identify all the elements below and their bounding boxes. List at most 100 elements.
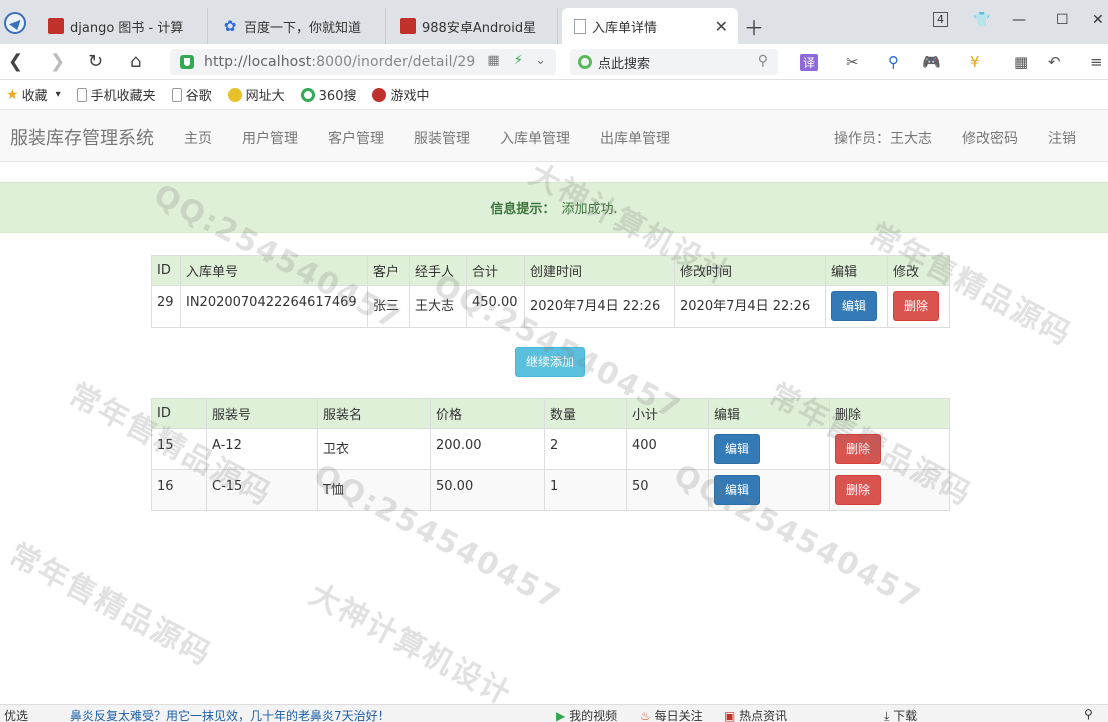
bookmark-label: 360搜 — [318, 89, 357, 104]
red-square-icon — [48, 18, 64, 34]
zoom-search-icon[interactable]: ⚲ — [1084, 707, 1093, 721]
tab-label: 百度一下，你就知道 — [244, 20, 362, 36]
nav-home[interactable]: 主页 — [184, 128, 212, 148]
statusbar-follow[interactable]: ♨ 每日关注 — [640, 707, 703, 722]
home-icon[interactable]: ⌂ — [130, 52, 141, 72]
nav-customers[interactable]: 客户管理 — [328, 128, 384, 148]
order-handler: 王大志 — [409, 285, 467, 328]
item-qty: 2 — [544, 428, 627, 470]
url-input[interactable]: http://localhost:8000/inorder/detail/29 … — [170, 49, 556, 75]
delete-item-button[interactable]: 删除 — [835, 475, 882, 505]
order-edit-cell: 编辑 — [825, 285, 888, 328]
item-name: T恤 — [317, 469, 431, 511]
tab-988[interactable]: 988安卓Android星 — [388, 8, 558, 44]
success-alert: 信息提示： 添加成功. — [0, 182, 1108, 233]
nav-inorders[interactable]: 入库单管理 — [500, 128, 570, 148]
browser-tab-strip: django 图书 - 计算 ✿ 百度一下，你就知道 988安卓Android星… — [0, 0, 1108, 44]
col-id: ID — [151, 398, 207, 429]
delete-order-button[interactable]: 删除 — [893, 291, 940, 321]
nav-outorders[interactable]: 出库单管理 — [600, 128, 670, 148]
bookmark-mobile[interactable]: 手机收藏夹 — [76, 85, 156, 104]
address-bar-row: ❮ ❯ ↻ ⌂ http://localhost:8000/inorder/de… — [0, 44, 1108, 80]
bookmark-360-search[interactable]: 360搜 — [300, 85, 357, 104]
menu-icon[interactable]: ≡ — [1090, 53, 1103, 71]
statusbar-download[interactable]: ⤓ 下载 — [884, 707, 917, 722]
col-id: ID — [151, 255, 181, 286]
reload-icon[interactable]: ↻ — [88, 52, 103, 72]
item-subtotal: 400 — [626, 428, 709, 470]
scissors-icon[interactable]: ✂ — [846, 53, 859, 71]
edit-item-button[interactable]: 编辑 — [714, 475, 761, 505]
chevron-down-icon[interactable]: ⌄ — [535, 53, 546, 68]
tab-baidu[interactable]: ✿ 百度一下，你就知道 — [210, 8, 386, 44]
shield-icon — [180, 55, 194, 69]
search-input[interactable]: 点此搜索 ⚲ — [570, 49, 778, 75]
play-icon: ▶ — [556, 709, 566, 722]
translate-icon[interactable]: 译 — [800, 54, 819, 71]
window-close-icon[interactable]: ✕ — [1092, 12, 1104, 28]
statusbar-download-label: 下载 — [893, 709, 918, 722]
order-modified: 2020年7月4日 22:26 — [674, 285, 826, 328]
download-icon: ⤓ — [884, 709, 890, 722]
statusbar-video-label: 我的视频 — [569, 709, 618, 722]
col-name: 服装名 — [317, 398, 431, 429]
shirt-icon[interactable]: 👕 — [973, 12, 990, 28]
maximize-icon[interactable]: ☐ — [1056, 12, 1069, 28]
delete-item-button[interactable]: 删除 — [835, 434, 882, 464]
bookmark-games[interactable]: 游戏中 — [372, 85, 430, 104]
tab-django[interactable]: django 图书 - 计算 — [36, 8, 208, 44]
col-customer: 客户 — [367, 255, 410, 286]
qr-code-icon[interactable]: ▦ — [487, 53, 499, 68]
search-icon[interactable]: ⚲ — [758, 53, 768, 69]
logout-link[interactable]: 注销 — [1048, 128, 1076, 148]
statusbar-hot[interactable]: ▣ 热点资讯 — [724, 707, 787, 722]
nav-users[interactable]: 用户管理 — [242, 128, 298, 148]
watermark-text: 大神计算机设计 — [303, 577, 518, 714]
forward-icon[interactable]: ❯ — [50, 52, 65, 72]
statusbar-news[interactable]: 鼻炎反复太难受？用它一抹见效，几十年的老鼻炎7天治好！ — [70, 707, 390, 722]
bookmark-site-nav[interactable]: 网址大 — [227, 85, 285, 104]
new-tab-icon[interactable]: ＋ — [744, 12, 764, 41]
statusbar-left[interactable]: 优选 — [4, 707, 28, 722]
coin-icon[interactable]: ¥ — [970, 53, 980, 71]
back-icon[interactable]: ❮ — [8, 52, 23, 72]
gamepad-icon[interactable]: 🎮 — [922, 53, 941, 71]
col-edit: 编辑 — [825, 255, 888, 286]
item-edit-cell: 编辑 — [708, 428, 830, 470]
order-id: 29 — [151, 285, 181, 328]
statusbar-video[interactable]: ▶ 我的视频 — [556, 707, 617, 722]
browser-logo-icon[interactable] — [4, 12, 26, 34]
item-qty: 1 — [544, 469, 627, 511]
minimize-icon[interactable]: — — [1012, 12, 1026, 28]
lightning-icon[interactable]: ⚡ — [514, 53, 523, 68]
tab-label: 988安卓Android星 — [422, 20, 537, 36]
watermark-text: 常年售精品源码 — [3, 537, 218, 674]
continue-add-button[interactable]: 继续添加 — [515, 347, 586, 377]
col-handler: 经手人 — [409, 255, 467, 286]
tab-count-badge[interactable]: 4 — [933, 12, 948, 27]
bookmark-google[interactable]: 谷歌 — [171, 85, 212, 104]
edit-order-button[interactable]: 编辑 — [831, 291, 878, 321]
tab-inorder-detail[interactable]: 入库单详情 ✕ — [562, 8, 738, 44]
change-password-link[interactable]: 修改密码 — [962, 128, 1018, 148]
edit-item-button[interactable]: 编辑 — [714, 434, 761, 464]
order-total: 450.00 — [466, 285, 525, 328]
alert-message: 添加成功. — [561, 202, 618, 217]
close-icon[interactable]: ✕ — [715, 17, 728, 36]
url-tools: ▦ ⚡ ⌄ — [487, 53, 546, 68]
bookmark-favorites[interactable]: ★ 收藏 ▾ — [6, 85, 61, 105]
statusbar-follow-label: 每日关注 — [654, 709, 703, 722]
nav-clothing[interactable]: 服装管理 — [414, 128, 470, 148]
bookmark-label: 谷歌 — [185, 89, 212, 104]
grid-icon[interactable]: ▦ — [1014, 53, 1028, 71]
item-price: 200.00 — [430, 428, 545, 470]
document-icon — [76, 87, 87, 102]
table-row: 15 A-12 卫衣 200.00 2 400 编辑 删除 — [151, 428, 950, 470]
item-code: C-15 — [206, 469, 318, 511]
zoom-icon[interactable]: ⚲ — [888, 53, 899, 71]
undo-icon[interactable]: ↶ — [1048, 53, 1061, 71]
browser-status-bar: 优选 鼻炎反复太难受？用它一抹见效，几十年的老鼻炎7天治好！ ▶ 我的视频 ♨ … — [0, 704, 1108, 722]
bookmark-label: 网址大 — [245, 89, 285, 104]
flame-icon: ♨ — [640, 709, 651, 722]
site-brand[interactable]: 服装库存管理系统 — [10, 124, 154, 150]
